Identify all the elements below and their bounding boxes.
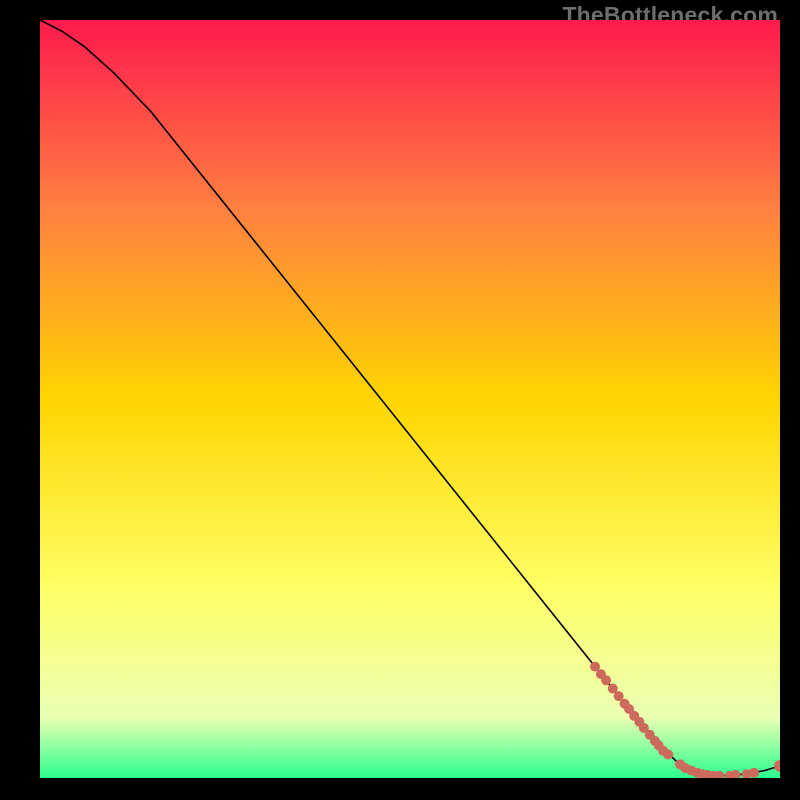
data-marker (663, 750, 673, 760)
data-marker (749, 768, 759, 778)
chart-svg (40, 20, 780, 778)
plot-area (40, 20, 780, 778)
data-marker (601, 675, 611, 685)
gradient-background (40, 20, 780, 778)
chart-stage: TheBottleneck.com (0, 0, 800, 800)
